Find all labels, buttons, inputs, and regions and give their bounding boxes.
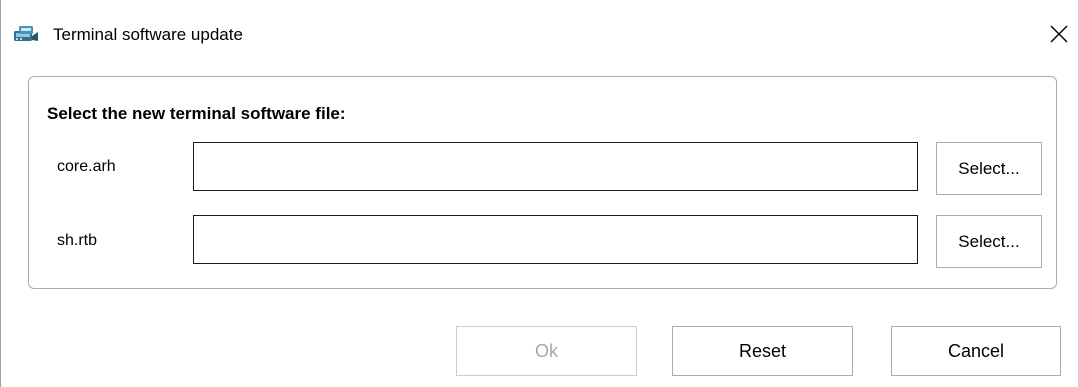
reset-button[interactable]: Reset [672,326,853,376]
title-bar: Terminal software update [1,0,1078,60]
group-title: Select the new terminal software file: [47,104,346,123]
core-arh-select-button[interactable]: Select... [936,142,1042,195]
core-arh-label: core.arh [57,158,116,175]
core-arh-path-input[interactable] [193,142,918,191]
sh-rtb-label: sh.rtb [57,232,98,249]
cancel-button[interactable]: Cancel [891,326,1061,376]
close-icon [1050,25,1068,43]
ok-button[interactable]: Ok [456,326,637,376]
window-title: Terminal software update [53,25,243,44]
sh-rtb-select-button[interactable]: Select... [936,215,1042,268]
sh-rtb-path-input[interactable] [193,215,918,264]
close-button[interactable] [1041,14,1077,54]
app-icon [13,24,39,44]
dialog-window: Terminal software update Select the new … [0,0,1079,387]
